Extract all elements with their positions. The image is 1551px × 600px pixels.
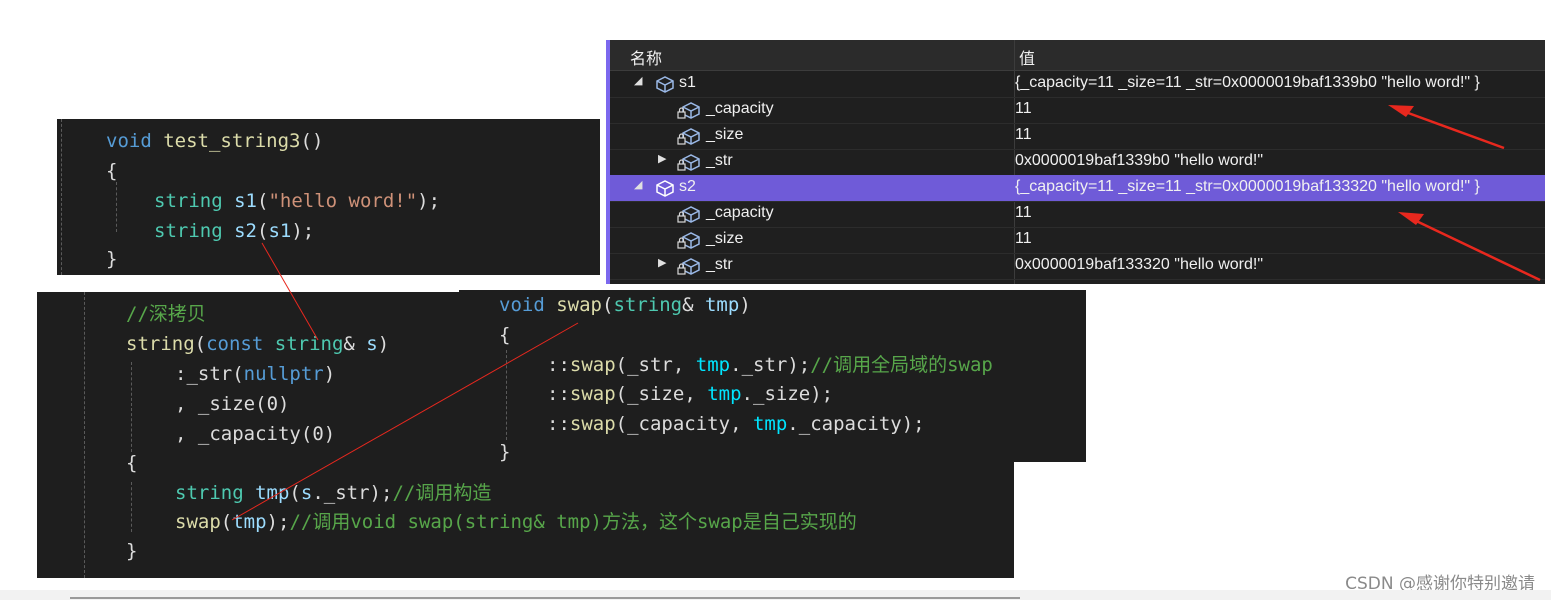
indent-guide [131, 362, 132, 452]
indent-guide [506, 350, 507, 440]
code-line: string s1("hello word!"); [154, 190, 441, 212]
indent-guide [61, 119, 62, 275]
watch-name: s2 [679, 178, 696, 195]
code-line: , _capacity(0) [175, 423, 336, 445]
watch-value[interactable]: 11 [1015, 204, 1032, 222]
watch-value[interactable]: 0x0000019baf133320 "hello word!" [1015, 256, 1263, 274]
triangle-expanded-icon[interactable]: ◢ [634, 74, 642, 87]
code-line: } [106, 248, 118, 270]
watch-name: _str [706, 152, 733, 169]
column-header-value[interactable]: 值 [1019, 45, 1035, 69]
code-line: string(const string& s) [126, 333, 390, 355]
watch-name: _str [706, 256, 733, 273]
triangle-collapsed-icon[interactable]: ▶ [658, 256, 666, 269]
watch-value[interactable]: {_capacity=11 _size=11 _str=0x0000019baf… [1015, 74, 1480, 92]
watch-row-str[interactable]: ▶ _str 0x0000019baf1339b0 "hello word!" [610, 149, 1545, 176]
lock-member-icon [677, 128, 700, 145]
watch-row-s2[interactable]: ◢ s2 {_capacity=11 _size=11 _str=0x00000… [610, 175, 1545, 202]
lock-member-icon [677, 258, 700, 275]
watch-window[interactable]: 名称 值 ◢ s1 {_capacity=11 _size=11 _str=0x… [606, 40, 1545, 284]
bottom-scrollbar[interactable] [70, 597, 1020, 599]
cube-variable-icon [656, 76, 674, 93]
column-header-name[interactable]: 名称 [630, 45, 662, 69]
code-line: { [499, 324, 511, 346]
watch-value[interactable]: 11 [1015, 100, 1032, 118]
code-line: void test_string3() [106, 130, 324, 152]
code-line: { [106, 160, 118, 182]
indent-guide [84, 292, 85, 578]
code-line: ::swap(_size, tmp._size); [547, 383, 834, 405]
watch-name: _size [706, 126, 744, 143]
watch-value[interactable]: 11 [1015, 230, 1032, 248]
code-line: ::swap(_str, tmp._str);//调用全局域的swap [547, 354, 993, 376]
watch-row-capacity[interactable]: _capacity 11 [610, 97, 1545, 124]
lock-member-icon [677, 232, 700, 249]
code-line: void swap(string& tmp) [499, 294, 751, 316]
code-line: , _size(0) [175, 393, 290, 415]
code-panel-test-string3: void test_string3() { string s1("hello w… [57, 119, 600, 275]
watch-name: _capacity [706, 100, 774, 117]
cube-variable-icon [656, 180, 674, 197]
watch-row-s1[interactable]: ◢ s1 {_capacity=11 _size=11 _str=0x00000… [610, 71, 1545, 98]
code-comment: //深拷贝 [126, 303, 206, 325]
triangle-expanded-icon[interactable]: ◢ [634, 178, 642, 191]
watch-row-capacity[interactable]: _capacity 11 [610, 201, 1545, 228]
code-line: ::swap(_capacity, tmp._capacity); [547, 413, 925, 435]
watch-name: s1 [679, 74, 696, 91]
lock-member-icon [677, 154, 700, 171]
code-line: } [499, 441, 511, 462]
code-line: :_str(nullptr) [175, 363, 336, 385]
code-line: swap(tmp);//调用void swap(string& tmp)方法，这… [175, 511, 857, 533]
code-line: { [126, 452, 138, 474]
watch-row-size[interactable]: _size 11 [610, 123, 1545, 150]
indent-guide [116, 182, 117, 232]
code-line: string tmp(s._str);//调用构造 [175, 482, 492, 504]
watch-value[interactable]: {_capacity=11 _size=11 _str=0x0000019baf… [1015, 178, 1480, 196]
code-line: } [126, 540, 138, 562]
lock-member-icon [677, 206, 700, 223]
watch-header: 名称 值 [610, 40, 1545, 71]
indent-guide [131, 482, 132, 532]
watch-value[interactable]: 11 [1015, 126, 1032, 144]
triangle-collapsed-icon[interactable]: ▶ [658, 152, 666, 165]
watch-value[interactable]: 0x0000019baf1339b0 "hello word!" [1015, 152, 1263, 170]
code-line: string s2(s1); [154, 220, 315, 242]
lock-member-icon [677, 102, 700, 119]
code-panel-swap: void swap(string& tmp) { ::swap(_str, tm… [459, 290, 1086, 462]
watch-name: _capacity [706, 204, 774, 221]
watch-row-size[interactable]: _size 11 [610, 227, 1545, 254]
watch-name: _size [706, 230, 744, 247]
watch-row-str[interactable]: ▶ _str 0x0000019baf133320 "hello word!" [610, 253, 1545, 280]
